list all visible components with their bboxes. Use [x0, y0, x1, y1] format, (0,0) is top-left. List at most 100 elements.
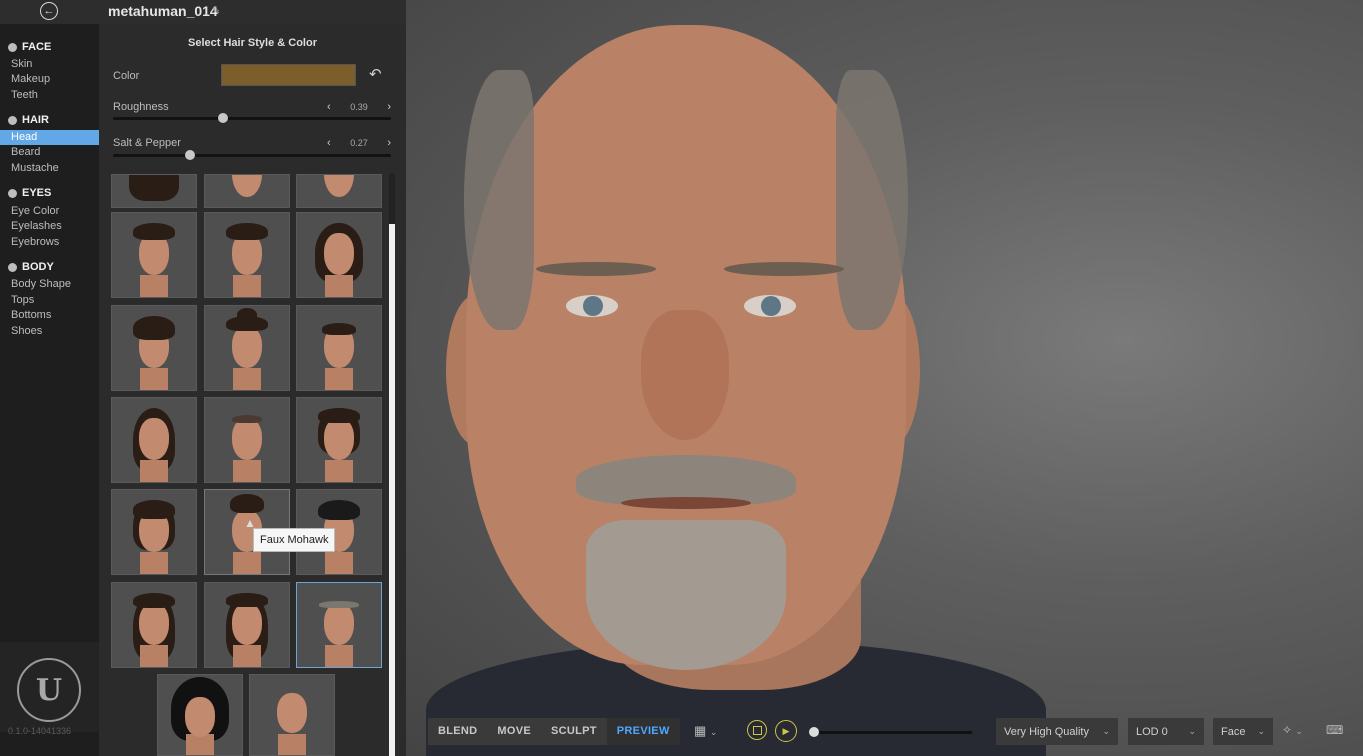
body-icon	[8, 262, 17, 272]
play-icon: ▶	[782, 725, 790, 736]
roughness-value: 0.39	[350, 102, 368, 112]
character-name: metahuman_014	[108, 3, 218, 19]
chevron-down-icon: ⌄	[1102, 726, 1110, 736]
chevron-right-icon[interactable]: ›	[387, 137, 391, 149]
hair-style-tile[interactable]	[111, 212, 197, 298]
nav-item-mustache[interactable]: Mustache	[0, 161, 99, 176]
color-label: Color	[113, 70, 140, 82]
character-iris-left	[583, 296, 603, 316]
unreal-logo: U	[17, 658, 81, 722]
chevron-down-icon: ⌄	[1188, 726, 1196, 736]
mode-move-button[interactable]: MOVE	[487, 718, 541, 745]
light-rig-icon[interactable]: ✧ ⌄	[1282, 723, 1303, 737]
salt-pepper-value: 0.27	[350, 138, 368, 148]
character-hair-left	[464, 70, 534, 330]
nav-category-body[interactable]: BODY	[8, 261, 54, 273]
hair-style-tile[interactable]	[111, 305, 197, 391]
hair-style-tile[interactable]	[296, 212, 382, 298]
hair-style-tile[interactable]	[204, 305, 290, 391]
chevron-down-icon: ⌄	[1295, 726, 1303, 736]
panel-title: Select Hair Style & Color	[188, 37, 317, 49]
nav-item-eye-color[interactable]: Eye Color	[0, 204, 99, 219]
hair-style-tile[interactable]	[249, 674, 335, 756]
roughness-slider-thumb[interactable]	[218, 113, 228, 123]
salt-pepper-slider[interactable]	[113, 154, 391, 157]
chevron-left-icon[interactable]: ‹	[327, 137, 331, 149]
lod-value: LOD 0	[1136, 725, 1168, 738]
color-swatch[interactable]	[221, 64, 356, 86]
mode-sculpt-button[interactable]: SCULPT	[541, 718, 607, 745]
back-arrow-icon[interactable]: ←	[40, 2, 58, 20]
stop-icon	[752, 725, 762, 735]
nav-item-body-shape[interactable]: Body Shape	[0, 277, 99, 292]
mode-blend-button[interactable]: BLEND	[428, 718, 487, 745]
salt-pepper-stepper[interactable]: ‹ 0.27 ›	[327, 137, 391, 149]
timeline-scrubber[interactable]	[809, 727, 819, 737]
character-nose	[641, 310, 729, 440]
mode-switcher: BLEND MOVE SCULPT PREVIEW	[428, 718, 680, 745]
nav-item-head[interactable]: Head	[0, 130, 99, 145]
roughness-slider[interactable]	[113, 117, 391, 120]
hair-style-tile[interactable]	[296, 305, 382, 391]
undo-icon[interactable]: ↶	[369, 65, 382, 83]
character-iris-right	[761, 296, 781, 316]
nav-item-eyebrows[interactable]: Eyebrows	[0, 235, 99, 250]
mode-preview-button[interactable]: PREVIEW	[606, 718, 680, 745]
nav-item-eyelashes[interactable]: Eyelashes	[0, 219, 99, 234]
character-hair-right	[836, 70, 908, 330]
hair-style-tooltip: Faux Mohawk	[253, 528, 336, 552]
keyboard-icon[interactable]: ⌨	[1326, 723, 1343, 737]
hair-style-tile[interactable]	[204, 212, 290, 298]
hair-style-tile[interactable]	[111, 582, 197, 668]
chevron-right-icon[interactable]: ›	[387, 101, 391, 113]
hair-icon	[8, 115, 17, 125]
chevron-left-icon[interactable]: ‹	[327, 101, 331, 113]
nav-category-hair[interactable]: HAIR	[8, 114, 49, 126]
character-goatee	[586, 520, 786, 670]
camera-value: Face	[1221, 725, 1246, 738]
camera-dropdown[interactable]: Face ⌄	[1213, 718, 1273, 745]
quality-dropdown[interactable]: Very High Quality ⌄	[996, 718, 1118, 745]
nav-item-bottoms[interactable]: Bottoms	[0, 308, 99, 323]
nav-category-eyes[interactable]: EYES	[8, 187, 51, 199]
play-button[interactable]: ▶	[775, 720, 797, 742]
face-icon	[8, 42, 17, 52]
hair-style-tile[interactable]	[111, 489, 197, 575]
nav-item-tops[interactable]: Tops	[0, 293, 99, 308]
nav-item-teeth[interactable]: Teeth	[0, 88, 99, 103]
roughness-stepper[interactable]: ‹ 0.39 ›	[327, 101, 391, 113]
character-brow-left	[536, 262, 656, 276]
nav-item-shoes[interactable]: Shoes	[0, 324, 99, 339]
animation-timeline[interactable]	[812, 731, 972, 734]
film-icon[interactable]: ▦ ⌄	[694, 723, 717, 739]
stop-button[interactable]	[747, 720, 767, 740]
hair-style-tile[interactable]	[157, 674, 243, 756]
character-brow-right	[724, 262, 844, 276]
nav-item-beard[interactable]: Beard	[0, 145, 99, 160]
lod-dropdown[interactable]: LOD 0 ⌄	[1128, 718, 1204, 745]
hair-style-tile[interactable]	[296, 174, 382, 208]
roughness-label: Roughness	[113, 101, 169, 113]
character-viewport[interactable]	[406, 0, 1363, 756]
nav-item-makeup[interactable]: Makeup	[0, 72, 99, 87]
hair-style-tile[interactable]	[296, 397, 382, 483]
pencil-icon[interactable]: ✎	[212, 6, 220, 17]
hair-style-tile[interactable]	[204, 582, 290, 668]
character-mouth	[621, 497, 751, 509]
hair-style-tile[interactable]	[204, 174, 290, 208]
eye-icon	[8, 188, 17, 198]
viewport-toolbar: BLEND MOVE SCULPT PREVIEW ▦ ⌄ ▶ Very Hig…	[420, 710, 1363, 756]
salt-pepper-label: Salt & Pepper	[113, 137, 181, 149]
nav-item-skin[interactable]: Skin	[0, 57, 99, 72]
hair-style-tile[interactable]	[111, 174, 197, 208]
quality-value: Very High Quality	[1004, 725, 1089, 738]
nav-category-face[interactable]: FACE	[8, 41, 51, 53]
hair-style-tile-selected[interactable]	[296, 582, 382, 668]
salt-pepper-slider-thumb[interactable]	[185, 150, 195, 160]
scrollbar-thumb[interactable]	[389, 224, 395, 756]
version-label: 0.1.0-14041336	[8, 726, 72, 736]
title-bar: ← metahuman_014 ✎	[0, 0, 406, 24]
hair-style-tile[interactable]	[111, 397, 197, 483]
hair-style-tile[interactable]	[204, 397, 290, 483]
chevron-down-icon: ⌄	[1257, 726, 1265, 736]
